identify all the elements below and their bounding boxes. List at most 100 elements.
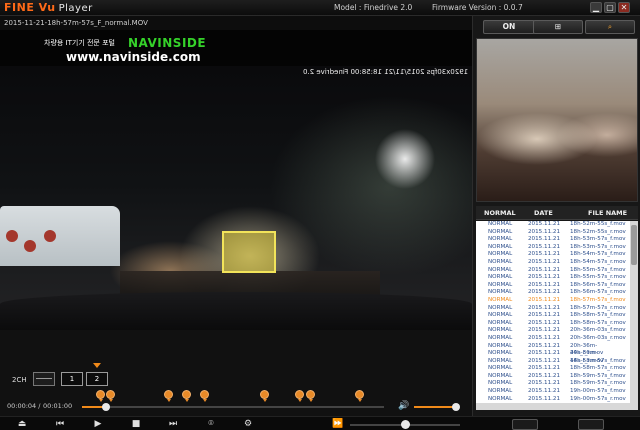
header-date[interactable]: DATE [534, 209, 553, 217]
maximize-button[interactable]: ▢ [604, 2, 616, 13]
file-list-hscrollbar[interactable] [476, 403, 638, 410]
capture-icon[interactable]: ⌾ [203, 418, 219, 430]
event-marker-icon[interactable] [305, 390, 315, 402]
cell-type: NORMAL [488, 281, 513, 288]
event-marker-icon[interactable] [260, 390, 270, 402]
cell-type: NORMAL [488, 334, 513, 341]
model-label: Model : Finedrive 2.0 [334, 3, 413, 12]
export-button[interactable] [578, 419, 604, 430]
event-marker-icon[interactable] [199, 390, 209, 402]
cell-type: NORMAL [488, 236, 513, 243]
speed-thumb[interactable] [400, 420, 410, 429]
volume-slider[interactable] [414, 406, 457, 408]
file-list-row[interactable]: NORMAL 2015.11.21 18h-57m-57s_r.mov [476, 305, 630, 313]
cell-date: 2015.11.21 [528, 372, 561, 379]
file-list-row[interactable]: NORMAL 2015.11.21 18h-55m-57s_r.mov [476, 274, 630, 282]
file-list-row[interactable]: NORMAL 2015.11.21 20h-36m-03s_r.mov [476, 335, 630, 343]
file-list-row[interactable]: NORMAL 2015.11.21 19h-00m-57s_r.mov [476, 396, 630, 403]
cell-date: 2015.11.21 [528, 319, 561, 326]
video-viewport[interactable]: 차량용 IT기기 전문 포털 NAVINSIDE www.navinside.c… [0, 30, 472, 330]
file-list-row[interactable]: NORMAL 2015.11.21 18h-58m-57s_f.mov [476, 358, 630, 366]
cell-name: 18h-56m-57s_r.mov [570, 289, 626, 296]
file-list-scrollbar[interactable] [630, 221, 638, 403]
fast-forward-icon[interactable]: ⏩ [330, 418, 346, 430]
file-list-row[interactable]: NORMAL 2015.11.21 20h-36m-44s_f_r.mov [476, 350, 630, 364]
file-list-header: NORMAL DATE FILE NAME [476, 206, 638, 220]
previous-icon[interactable]: ⏮ [52, 418, 68, 430]
event-marker-icon[interactable] [294, 390, 304, 402]
channel-layout-button[interactable] [33, 372, 55, 386]
event-marker-icon[interactable] [355, 390, 365, 402]
close-button[interactable]: ✕ [618, 2, 630, 13]
play-icon[interactable]: ▶ [90, 418, 106, 430]
on-button[interactable]: ON [483, 20, 535, 34]
cell-date: 2015.11.21 [528, 388, 561, 395]
file-list-row[interactable]: NORMAL 2015.11.21 18h-58m-57s_f.mov [476, 312, 630, 320]
cell-type: NORMAL [488, 296, 513, 303]
file-list-row[interactable]: NORMAL 2015.11.21 18h-54m-57s_f.mov [476, 251, 630, 259]
map-icon[interactable]: ⊞ [533, 20, 583, 34]
time-total: 00:01:00 [43, 402, 73, 410]
event-marker-icon[interactable] [106, 390, 116, 402]
file-list-row[interactable]: NORMAL 2015.11.21 18h-56m-57s_r.mov [476, 289, 630, 297]
timeline-thumb[interactable] [102, 403, 111, 411]
video-osd-text: 1920x30fps 2015/11/21 18:58:00 Finedrive… [302, 68, 468, 76]
file-list-row[interactable]: NORMAL 2015.11.21 18h-59m-57s_r.mov [476, 380, 630, 388]
search-icon[interactable]: ⌕ [585, 20, 635, 34]
cell-name: 18h-52m-55s_f.mov [570, 221, 626, 227]
header-normal[interactable]: NORMAL [484, 209, 516, 217]
file-list-row[interactable]: NORMAL 2015.11.21 18h-58m-57s_r.mov [476, 365, 630, 373]
minimize-button[interactable]: ▁ [590, 2, 602, 13]
title-bar: FINE Vu Player Model : Finedrive 2.0 Firm… [0, 0, 640, 16]
watermark-tagline: 차량용 IT기기 전문 포털 [44, 39, 115, 47]
detection-box [222, 231, 276, 273]
file-list-row[interactable]: NORMAL 2015.11.21 18h-58m-57s_r.mov [476, 320, 630, 328]
file-list-row[interactable]: NORMAL 2015.11.21 18h-56m-57s_f.mov [476, 282, 630, 290]
timeline-slider[interactable] [82, 403, 384, 411]
cell-date: 2015.11.21 [528, 350, 561, 357]
channel-2-button[interactable]: 2 [86, 372, 108, 386]
file-list-row[interactable]: NORMAL 2015.11.21 20h-36m-03s_f.mov [476, 327, 630, 335]
event-marker-icon[interactable] [181, 390, 191, 402]
file-list-row[interactable]: NORMAL 2015.11.21 18h-57m-57s_f.mov [476, 297, 630, 305]
eject-icon[interactable]: ⏏ [14, 418, 30, 430]
cell-name: 18h-55m-57s_r.mov [570, 274, 626, 281]
cell-name: 18h-53m-57s_r.mov [570, 243, 626, 250]
event-marker-icon[interactable] [163, 390, 173, 402]
next-icon[interactable]: ⏭ [165, 418, 181, 430]
file-list-row[interactable]: NORMAL 2015.11.21 18h-52m-55s_f.mov [476, 221, 630, 229]
file-list-row[interactable]: NORMAL 2015.11.21 18h-52m-55s_r.mov [476, 229, 630, 237]
cell-name: 18h-54m-57s_r.mov [570, 258, 626, 265]
file-list-row[interactable]: NORMAL 2015.11.21 18h-55m-57s_f.mov [476, 267, 630, 275]
file-list-row[interactable]: NORMAL 2015.11.21 18h-59m-57s_f.mov [476, 373, 630, 381]
header-filename[interactable]: FILE NAME [588, 209, 627, 217]
cell-name: 20h-36m-03s_r.mov [570, 334, 626, 341]
cell-type: NORMAL [488, 327, 513, 334]
time-separator: / [38, 402, 41, 410]
logo-brand: FINE Vu [4, 1, 56, 14]
settings-icon[interactable]: ⚙ [240, 418, 256, 430]
stop-icon[interactable]: ■ [128, 418, 144, 430]
file-list: NORMAL 2015.11.21 18h-52m-55s_f.mov NORMAL 2… [476, 221, 630, 403]
cell-type: NORMAL [488, 258, 513, 265]
cell-type: NORMAL [488, 289, 513, 296]
cell-name: 18h-54m-57s_f.mov [570, 251, 626, 258]
file-list-row[interactable]: NORMAL 2015.11.21 19h-00m-57s_f.mov [476, 388, 630, 396]
volume-icon[interactable]: 🔊 [398, 401, 409, 411]
file-list-row[interactable]: NORMAL 2015.11.21 18h-54m-57s_r.mov [476, 259, 630, 267]
file-list-row[interactable]: NORMAL 2015.11.21 18h-53m-57s_r.mov [476, 244, 630, 252]
volume-thumb[interactable] [452, 403, 461, 411]
cell-name: 18h-57m-57s_f.mov [570, 296, 626, 303]
cell-type: NORMAL [488, 380, 513, 387]
view-mode-button[interactable] [512, 419, 538, 430]
cell-type: NORMAL [488, 228, 513, 235]
cell-name: 18h-53m-57s_f.mov [570, 236, 626, 243]
cell-date: 2015.11.21 [528, 228, 561, 235]
file-list-row[interactable]: NORMAL 2015.11.21 18h-53m-57s_f.mov [476, 236, 630, 244]
cell-date: 2015.11.21 [528, 342, 561, 349]
channel-1-button[interactable]: 1 [61, 372, 83, 386]
event-marker-icon[interactable] [95, 390, 105, 402]
cell-type: NORMAL [488, 319, 513, 326]
file-list-row[interactable]: NORMAL 2015.11.21 20h-36m-44s_f_r.mov [476, 342, 630, 357]
scrollbar-thumb[interactable] [631, 225, 637, 265]
